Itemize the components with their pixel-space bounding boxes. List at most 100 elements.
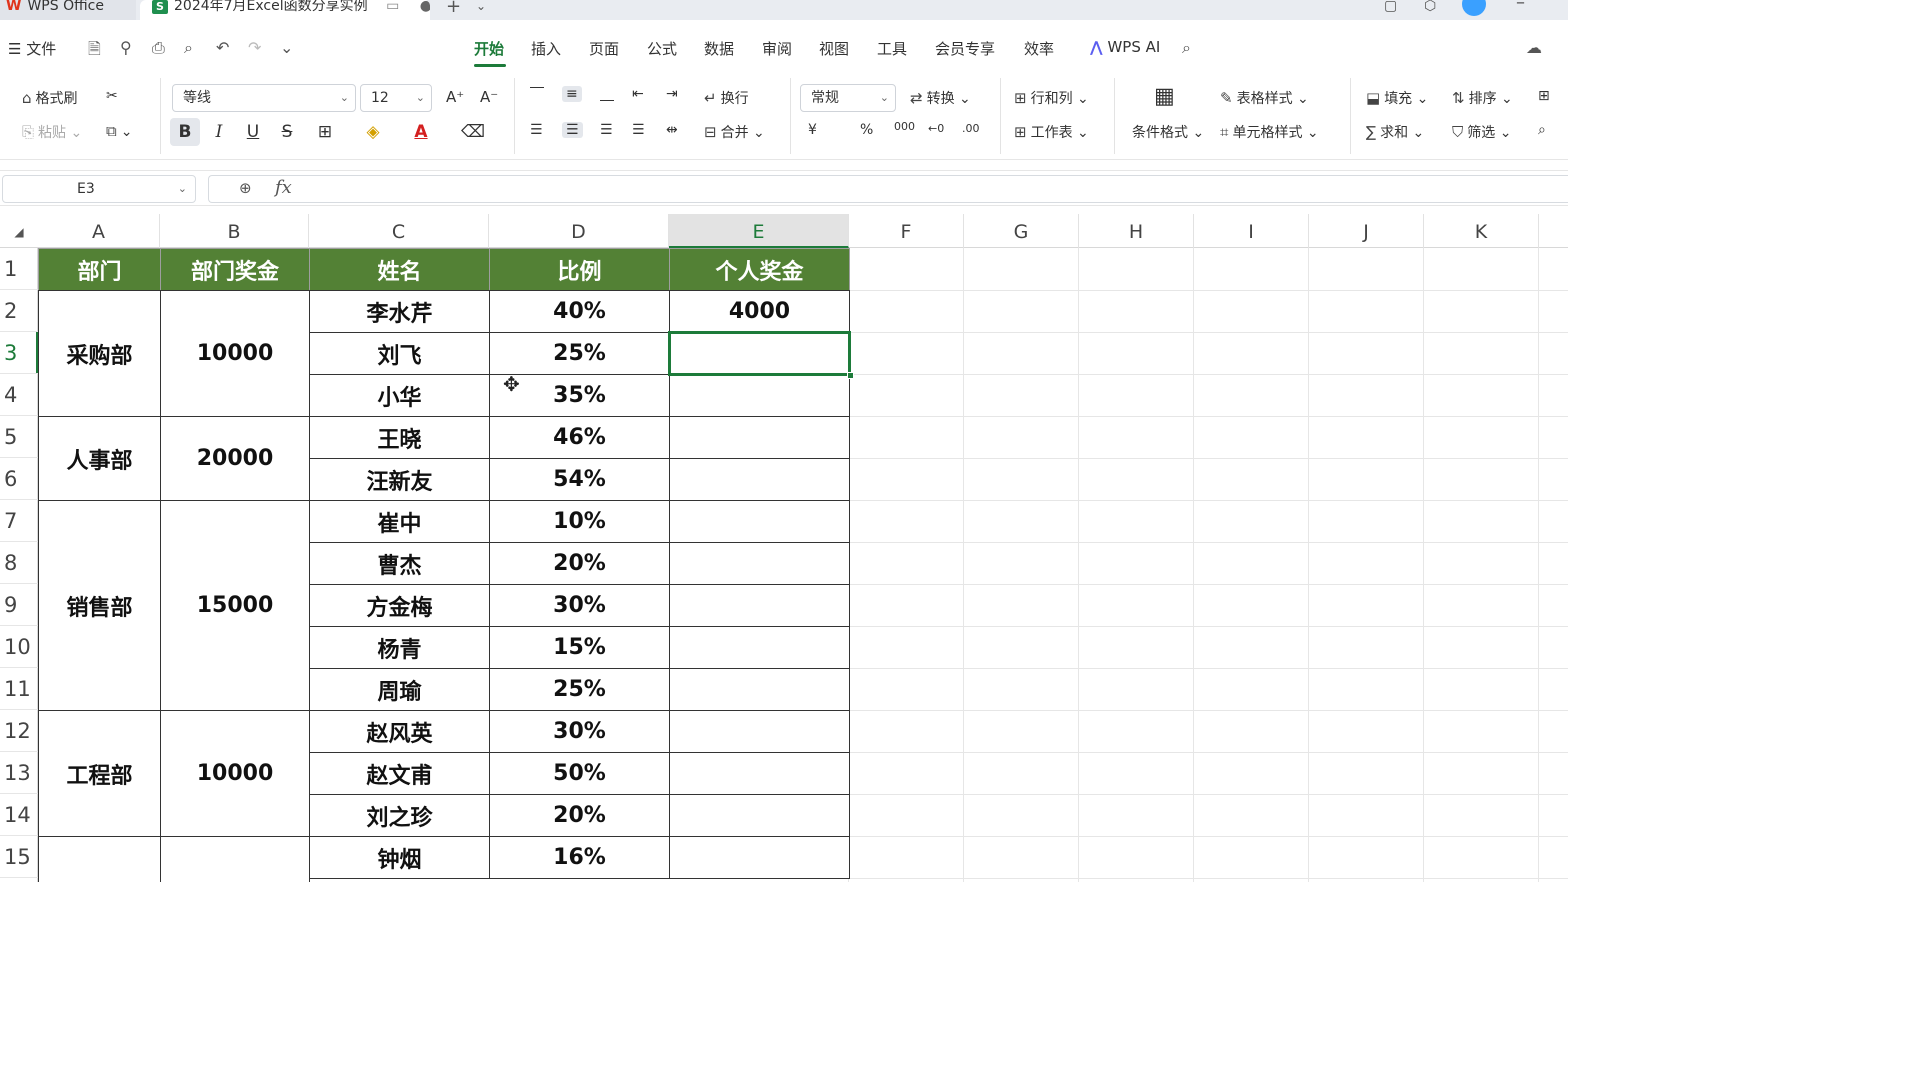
row-header-8[interactable]: 8 [0, 542, 38, 584]
filter-button[interactable]: ⛉ 筛选 ⌄ [1452, 122, 1511, 142]
wps-ai-button[interactable]: ⋀ WPS AI [1090, 38, 1160, 56]
avatar[interactable] [1462, 0, 1486, 16]
print-icon[interactable]: ⎙ [152, 38, 165, 58]
tab-data[interactable]: 数据 [704, 38, 734, 59]
row-header-2[interactable]: 2 [0, 290, 38, 332]
fx-icon[interactable]: fx [275, 177, 292, 198]
column-header-b[interactable]: B [160, 214, 309, 248]
align-bottom-icon[interactable]: ⎽ [600, 86, 614, 102]
row-header-12[interactable]: 12 [0, 710, 38, 752]
department-cell[interactable]: 人事部 [38, 416, 161, 501]
department-bonus-cell[interactable]: 10000 [160, 710, 310, 837]
column-header-e[interactable]: E [669, 214, 849, 248]
column-header-a[interactable]: A [38, 214, 160, 248]
name-cell[interactable]: 钟烟 [309, 836, 490, 879]
ratio-cell[interactable]: 16% [489, 836, 670, 879]
department-cell[interactable] [38, 836, 161, 882]
convert-button[interactable]: ⇄ 转换 ⌄ [910, 88, 971, 108]
fill-color-icon[interactable]: ◈ [358, 118, 388, 146]
new-tab-button[interactable]: + [446, 0, 461, 17]
cloud-upload-icon[interactable]: ☁ [1526, 38, 1542, 57]
font-size-select[interactable]: 12 ⌄ [360, 84, 432, 112]
align-right-icon[interactable]: ☰ [600, 122, 613, 138]
department-bonus-cell[interactable] [160, 836, 310, 882]
zoom-icon[interactable]: ⊕ [239, 179, 252, 197]
header-cell-dept[interactable]: 部门 [38, 248, 161, 291]
undo-icon[interactable]: ↶ [216, 38, 229, 57]
window-layout-icon[interactable]: ▢ [1384, 0, 1397, 14]
name-cell[interactable]: 刘飞 [309, 332, 490, 375]
tab-efficiency[interactable]: 效率 [1024, 38, 1054, 59]
row-header-14[interactable]: 14 [0, 794, 38, 836]
worksheet-button[interactable]: ⊞ 工作表 ⌄ [1014, 122, 1089, 142]
department-bonus-cell[interactable]: 15000 [160, 500, 310, 711]
name-cell[interactable]: 周瑜 [309, 668, 490, 711]
redo-icon[interactable]: ↷ [248, 38, 261, 57]
distribute-icon[interactable]: ⇹ [666, 122, 678, 138]
border-button[interactable]: ⊞ [310, 118, 340, 146]
department-cell[interactable]: 销售部 [38, 500, 161, 711]
format-painter-button[interactable]: ⌂ 格式刷 [22, 88, 78, 108]
decimal-decrease-button[interactable]: .00 [962, 122, 980, 135]
cell-style-button[interactable]: ⌗ 单元格样式 ⌄ [1220, 122, 1319, 142]
shrink-font-button[interactable]: A⁻ [480, 88, 498, 106]
row-header-5[interactable]: 5 [0, 416, 38, 458]
personal-bonus-cell[interactable] [669, 752, 850, 795]
name-cell[interactable]: 王晓 [309, 416, 490, 459]
name-cell[interactable]: 赵风英 [309, 710, 490, 753]
justify-icon[interactable]: ☰ [632, 122, 645, 138]
department-cell[interactable]: 工程部 [38, 710, 161, 837]
personal-bonus-cell[interactable] [669, 794, 850, 837]
personal-bonus-cell[interactable] [669, 458, 850, 501]
ratio-cell[interactable]: 25% [489, 332, 670, 375]
header-cell-dept-bonus[interactable]: 部门奖金 [160, 248, 310, 291]
row-header-10[interactable]: 10 [0, 626, 38, 668]
cube-icon[interactable]: ⬡ [1424, 0, 1436, 14]
bold-button[interactable]: B [170, 118, 200, 146]
eraser-icon[interactable]: ⌫ [458, 118, 488, 146]
align-middle-icon[interactable]: ≡ [562, 86, 582, 102]
thousands-button[interactable]: 000 [894, 120, 915, 133]
align-left-icon[interactable]: ☰ [530, 122, 543, 138]
row-header-6[interactable]: 6 [0, 458, 38, 500]
minimize-icon[interactable]: – [1516, 0, 1525, 13]
fill-button[interactable]: ⬓ 填充 ⌄ [1366, 88, 1428, 108]
search-icon[interactable]: ⌕ [1182, 38, 1191, 58]
wrap-text-button[interactable]: ↵ 换行 [704, 88, 749, 108]
row-header-3[interactable]: 3 [0, 332, 39, 374]
ratio-cell[interactable]: 20% [489, 542, 670, 585]
print-preview-icon[interactable]: ⌕ [184, 38, 193, 58]
tab-monitor-icon[interactable]: ▭ [386, 0, 399, 14]
name-cell[interactable]: 曹杰 [309, 542, 490, 585]
column-header-c[interactable]: C [309, 214, 489, 248]
row-header-9[interactable]: 9 [0, 584, 38, 626]
ratio-cell[interactable]: 50% [489, 752, 670, 795]
fill-handle[interactable] [847, 372, 854, 379]
ratio-cell[interactable]: 30% [489, 584, 670, 627]
quick-access-chevron-icon[interactable]: ⌄ [280, 38, 293, 57]
tab-home[interactable]: 开始 [474, 38, 504, 59]
tab-member[interactable]: 会员专享 [935, 38, 995, 59]
tab-document[interactable]: S 2024年7月Excel函数分享实例 ▭ ● [140, 0, 430, 20]
tab-formula[interactable]: 公式 [647, 38, 677, 59]
personal-bonus-cell[interactable] [669, 710, 850, 753]
tab-tools[interactable]: 工具 [877, 38, 907, 59]
name-box[interactable]: E3 ⌄ [2, 175, 196, 203]
tab-wps-office[interactable]: W WPS Office [0, 0, 136, 20]
table-style-button[interactable]: ✎ 表格样式 ⌄ [1220, 88, 1309, 108]
ratio-cell[interactable]: 40% [489, 290, 670, 333]
name-cell[interactable]: 刘之珍 [309, 794, 490, 837]
sort-button[interactable]: ⇅ 排序 ⌄ [1452, 88, 1513, 108]
save-icon[interactable]: 🗎 [88, 38, 101, 65]
column-header-i[interactable]: I [1194, 214, 1309, 248]
row-header-4[interactable]: 4 [0, 374, 38, 416]
paste-button[interactable]: ⎘ 粘贴 ⌄ [22, 122, 82, 142]
percent-button[interactable]: % [860, 122, 873, 138]
ratio-cell[interactable]: 46% [489, 416, 670, 459]
find-icon[interactable]: ⌕ [1538, 122, 1546, 138]
ratio-cell[interactable]: 54% [489, 458, 670, 501]
row-header-11[interactable]: 11 [0, 668, 38, 710]
name-cell[interactable]: 李水芹 [309, 290, 490, 333]
tab-insert[interactable]: 插入 [531, 38, 561, 59]
tab-unsaved-dot-icon[interactable]: ● [420, 0, 430, 14]
